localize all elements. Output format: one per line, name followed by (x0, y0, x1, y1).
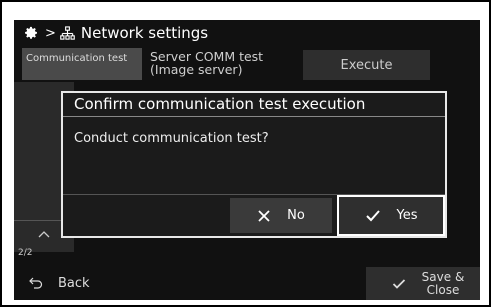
page-title: Network settings (80, 24, 209, 42)
dialog-message: Conduct communication test? (74, 131, 269, 146)
settings-row: Communication test Server COMM test (Ima… (22, 48, 474, 80)
breadcrumb-separator: > (45, 25, 56, 41)
save-close-label: Save & Close (420, 269, 466, 297)
yes-button-label: Yes (396, 208, 418, 223)
tab-communication-test[interactable]: Communication test (22, 48, 142, 80)
no-button-label: No (287, 208, 305, 223)
save-label-line1: Save & (421, 269, 465, 284)
confirm-dialog: Confirm communication test execution Con… (61, 91, 447, 238)
device-screen: > Network settings Communication test Se… (14, 20, 480, 300)
close-icon (258, 209, 270, 222)
save-close-button[interactable]: Save & Close (366, 267, 480, 300)
gear-icon (25, 26, 37, 39)
check-icon (392, 278, 406, 289)
footer-bar: Back Save & Close (14, 266, 480, 300)
server-comm-test-label: Server COMM test (Image server) (150, 50, 300, 76)
dialog-title: Confirm communication test execution (63, 93, 445, 117)
yes-button[interactable]: Yes (337, 195, 445, 236)
network-icon (60, 25, 75, 40)
back-arrow-icon (29, 277, 43, 289)
back-button[interactable]: Back (18, 270, 138, 296)
save-label-line2: Close (426, 282, 460, 297)
check-icon (365, 209, 380, 221)
no-button[interactable]: No (230, 198, 332, 233)
page-indicator: 2/2 (18, 248, 33, 258)
back-button-label: Back (58, 275, 90, 291)
header-bar: > Network settings (14, 20, 480, 46)
server-label-line2: (Image server) (150, 62, 243, 77)
execute-button[interactable]: Execute (303, 50, 430, 80)
